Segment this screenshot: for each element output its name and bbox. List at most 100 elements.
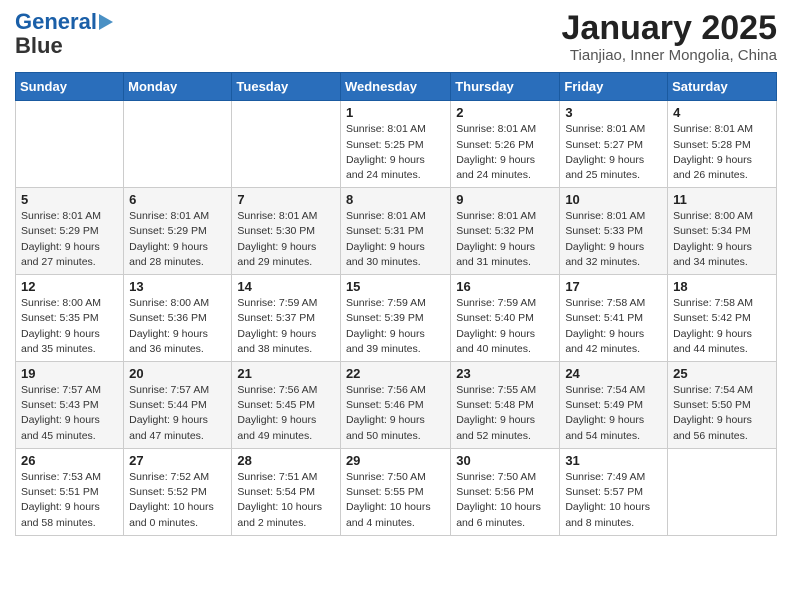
logo-arrow-icon <box>99 14 113 30</box>
day-number: 30 <box>456 453 554 468</box>
page: General Blue January 2025 Tianjiao, Inne… <box>0 0 792 551</box>
calendar-cell: 24 Sunrise: 7:54 AM Sunset: 5:49 PM Dayli… <box>560 362 668 449</box>
day-info: Sunrise: 8:00 AM Sunset: 5:34 PM Dayligh… <box>673 209 771 270</box>
day-number: 29 <box>346 453 445 468</box>
calendar-cell: 16Sunrise: 7:59 AM Sunset: 5:40 PM Dayli… <box>451 275 560 362</box>
day-number: 21 <box>237 366 335 381</box>
day-number: 28 <box>237 453 335 468</box>
day-number: 17 <box>565 279 662 294</box>
day-number: 25 <box>673 366 771 381</box>
week-row-1: 5Sunrise: 8:01 AM Sunset: 5:29 PM Daylig… <box>16 188 777 275</box>
col-header-friday: Friday <box>560 73 668 101</box>
week-row-3: 19 Sunrise: 7:57 AM Sunset: 5:43 PM Dayli… <box>16 362 777 449</box>
day-number: 9 <box>456 192 554 207</box>
day-number: 23 <box>456 366 554 381</box>
day-info: Sunrise: 7:57 AM Sunset: 5:44 PM Dayligh… <box>129 383 226 444</box>
day-number: 3 <box>565 105 662 120</box>
day-info: Sunrise: 7:57 AM Sunset: 5:43 PM Dayligh… <box>21 383 118 444</box>
day-info: Sunrise: 7:53 AM Sunset: 5:51 PM Dayligh… <box>21 470 118 531</box>
day-number: 31 <box>565 453 662 468</box>
calendar-cell: 14Sunrise: 7:59 AM Sunset: 5:37 PM Dayli… <box>232 275 341 362</box>
day-info: Sunrise: 7:52 AM Sunset: 5:52 PM Dayligh… <box>129 470 226 531</box>
day-number: 18 <box>673 279 771 294</box>
calendar-cell <box>232 101 341 188</box>
calendar-cell: 31 Sunrise: 7:49 AM Sunset: 5:57 PM Dayli… <box>560 448 668 535</box>
calendar-cell: 19 Sunrise: 7:57 AM Sunset: 5:43 PM Dayli… <box>16 362 124 449</box>
day-info: Sunrise: 8:01 AM Sunset: 5:30 PM Dayligh… <box>237 209 335 270</box>
calendar-cell: 27 Sunrise: 7:52 AM Sunset: 5:52 PM Dayli… <box>124 448 232 535</box>
day-number: 6 <box>129 192 226 207</box>
calendar-subtitle: Tianjiao, Inner Mongolia, China <box>562 47 778 64</box>
day-info: Sunrise: 8:00 AM Sunset: 5:35 PM Dayligh… <box>21 296 118 357</box>
day-number: 11 <box>673 192 771 207</box>
calendar-cell <box>124 101 232 188</box>
logo: General Blue <box>15 10 113 58</box>
calendar-cell: 8 Sunrise: 8:01 AM Sunset: 5:31 PM Daylig… <box>340 188 450 275</box>
day-number: 15 <box>346 279 445 294</box>
calendar-cell: 10Sunrise: 8:01 AM Sunset: 5:33 PM Dayli… <box>560 188 668 275</box>
day-number: 12 <box>21 279 118 294</box>
calendar-cell: 4 Sunrise: 8:01 AM Sunset: 5:28 PM Daylig… <box>668 101 777 188</box>
day-info: Sunrise: 7:50 AM Sunset: 5:56 PM Dayligh… <box>456 470 554 531</box>
calendar-table: SundayMondayTuesdayWednesdayThursdayFrid… <box>15 72 777 535</box>
logo-blue: Blue <box>15 33 63 58</box>
calendar-cell: 30 Sunrise: 7:50 AM Sunset: 5:56 PM Dayli… <box>451 448 560 535</box>
col-header-thursday: Thursday <box>451 73 560 101</box>
day-number: 8 <box>346 192 445 207</box>
day-info: Sunrise: 8:01 AM Sunset: 5:31 PM Dayligh… <box>346 209 445 270</box>
calendar-cell: 20 Sunrise: 7:57 AM Sunset: 5:44 PM Dayli… <box>124 362 232 449</box>
day-info: Sunrise: 8:01 AM Sunset: 5:25 PM Dayligh… <box>346 122 445 183</box>
calendar-title: January 2025 <box>562 10 778 47</box>
calendar-cell: 29Sunrise: 7:50 AM Sunset: 5:55 PM Dayli… <box>340 448 450 535</box>
day-info: Sunrise: 7:56 AM Sunset: 5:45 PM Dayligh… <box>237 383 335 444</box>
day-number: 7 <box>237 192 335 207</box>
logo-text: General <box>15 10 97 34</box>
day-info: Sunrise: 8:01 AM Sunset: 5:28 PM Dayligh… <box>673 122 771 183</box>
day-number: 24 <box>565 366 662 381</box>
day-number: 10 <box>565 192 662 207</box>
day-info: Sunrise: 8:01 AM Sunset: 5:26 PM Dayligh… <box>456 122 554 183</box>
day-number: 13 <box>129 279 226 294</box>
col-header-monday: Monday <box>124 73 232 101</box>
day-number: 4 <box>673 105 771 120</box>
calendar-cell <box>16 101 124 188</box>
day-number: 16 <box>456 279 554 294</box>
day-number: 2 <box>456 105 554 120</box>
week-row-2: 12 Sunrise: 8:00 AM Sunset: 5:35 PM Dayli… <box>16 275 777 362</box>
calendar-cell: 26Sunrise: 7:53 AM Sunset: 5:51 PM Dayli… <box>16 448 124 535</box>
col-header-tuesday: Tuesday <box>232 73 341 101</box>
calendar-header-row: SundayMondayTuesdayWednesdayThursdayFrid… <box>16 73 777 101</box>
day-number: 19 <box>21 366 118 381</box>
calendar-cell: 5Sunrise: 8:01 AM Sunset: 5:29 PM Daylig… <box>16 188 124 275</box>
day-number: 5 <box>21 192 118 207</box>
logo-general: General <box>15 9 97 34</box>
calendar-cell: 28Sunrise: 7:51 AM Sunset: 5:54 PM Dayli… <box>232 448 341 535</box>
day-info: Sunrise: 7:56 AM Sunset: 5:46 PM Dayligh… <box>346 383 445 444</box>
day-number: 20 <box>129 366 226 381</box>
day-number: 22 <box>346 366 445 381</box>
calendar-cell: 17 Sunrise: 7:58 AM Sunset: 5:41 PM Dayli… <box>560 275 668 362</box>
calendar-cell: 23 Sunrise: 7:55 AM Sunset: 5:48 PM Dayli… <box>451 362 560 449</box>
calendar-cell: 21 Sunrise: 7:56 AM Sunset: 5:45 PM Dayli… <box>232 362 341 449</box>
col-header-wednesday: Wednesday <box>340 73 450 101</box>
week-row-0: 1Sunrise: 8:01 AM Sunset: 5:25 PM Daylig… <box>16 101 777 188</box>
day-info: Sunrise: 8:01 AM Sunset: 5:32 PM Dayligh… <box>456 209 554 270</box>
day-info: Sunrise: 7:58 AM Sunset: 5:41 PM Dayligh… <box>565 296 662 357</box>
day-number: 27 <box>129 453 226 468</box>
calendar-cell: 12 Sunrise: 8:00 AM Sunset: 5:35 PM Dayli… <box>16 275 124 362</box>
header: General Blue January 2025 Tianjiao, Inne… <box>15 10 777 64</box>
calendar-cell: 13 Sunrise: 8:00 AM Sunset: 5:36 PM Dayli… <box>124 275 232 362</box>
calendar-cell: 25Sunrise: 7:54 AM Sunset: 5:50 PM Dayli… <box>668 362 777 449</box>
day-info: Sunrise: 7:59 AM Sunset: 5:37 PM Dayligh… <box>237 296 335 357</box>
week-row-4: 26Sunrise: 7:53 AM Sunset: 5:51 PM Dayli… <box>16 448 777 535</box>
day-info: Sunrise: 7:59 AM Sunset: 5:39 PM Dayligh… <box>346 296 445 357</box>
day-info: Sunrise: 8:00 AM Sunset: 5:36 PM Dayligh… <box>129 296 226 357</box>
day-info: Sunrise: 7:58 AM Sunset: 5:42 PM Dayligh… <box>673 296 771 357</box>
calendar-cell: 6Sunrise: 8:01 AM Sunset: 5:29 PM Daylig… <box>124 188 232 275</box>
day-info: Sunrise: 7:49 AM Sunset: 5:57 PM Dayligh… <box>565 470 662 531</box>
day-info: Sunrise: 7:55 AM Sunset: 5:48 PM Dayligh… <box>456 383 554 444</box>
day-info: Sunrise: 7:54 AM Sunset: 5:49 PM Dayligh… <box>565 383 662 444</box>
calendar-cell: 18 Sunrise: 7:58 AM Sunset: 5:42 PM Dayli… <box>668 275 777 362</box>
col-header-sunday: Sunday <box>16 73 124 101</box>
calendar-cell: 9 Sunrise: 8:01 AM Sunset: 5:32 PM Daylig… <box>451 188 560 275</box>
